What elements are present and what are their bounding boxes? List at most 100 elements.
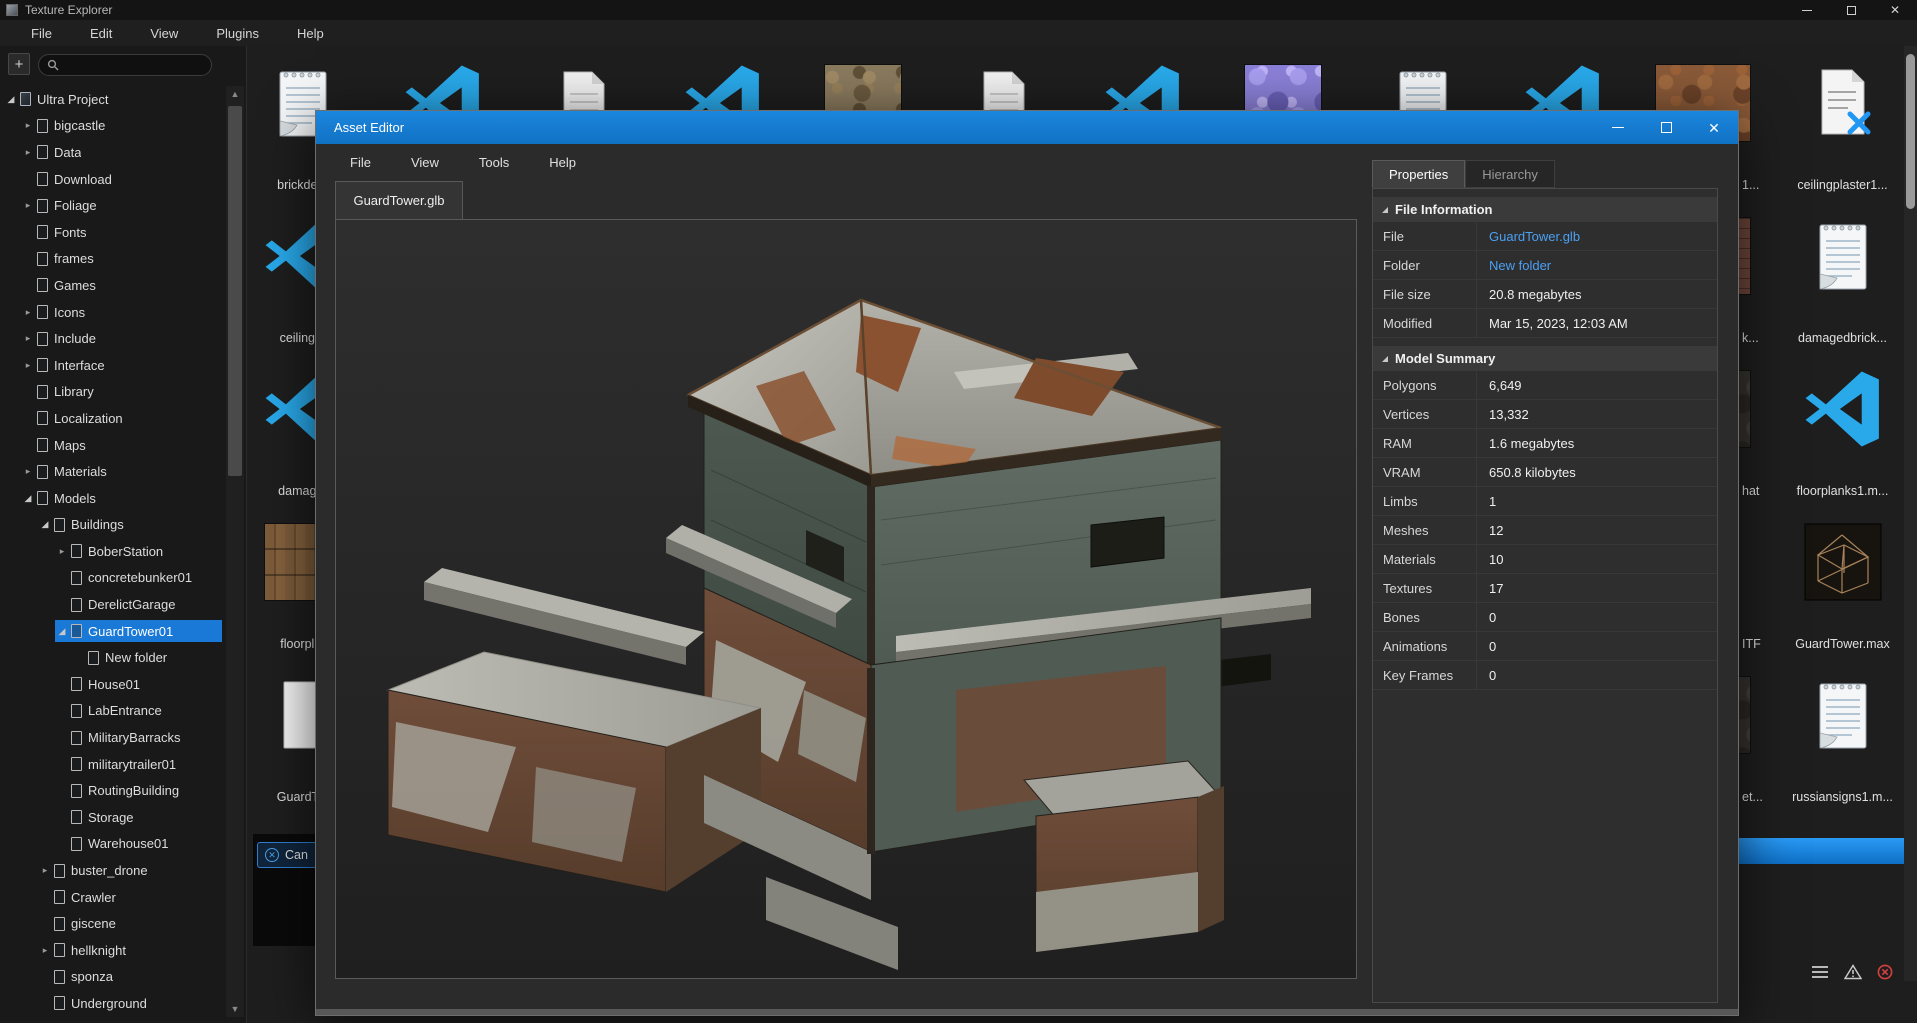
tree-item-content[interactable]: ▸Icons [21,301,222,323]
tree-item-buster-drone[interactable]: ▸buster_drone [0,857,222,884]
tree-item-frames[interactable]: frames [0,246,222,273]
tree-item-underground[interactable]: Underground [0,990,222,1017]
tree-item-content[interactable]: giscene [38,913,222,935]
tree-item-content[interactable]: ▸buster_drone [38,860,222,882]
editor-resize-edge[interactable] [316,1009,1738,1015]
list-icon[interactable] [1811,965,1829,979]
tree-item-icons[interactable]: ▸Icons [0,299,222,326]
property-row-polygons[interactable]: Polygons6,649 [1373,371,1717,400]
property-row-folder[interactable]: FolderNew folder [1373,251,1717,280]
tree-item-models[interactable]: ◢Models [0,485,222,512]
tree-item-sponza[interactable]: sponza [0,964,222,991]
add-button[interactable]: + [8,53,30,75]
expander-collapsed-icon[interactable]: ▸ [55,546,69,557]
tree-item-concretebunker01[interactable]: concretebunker01 [0,565,222,592]
tree-item-buildings[interactable]: ◢Buildings [0,512,222,539]
expander-collapsed-icon[interactable]: ▸ [21,120,35,131]
tree-scrollbar[interactable]: ▲ ▼ [226,86,244,1017]
close-icon[interactable]: ✕ [1873,0,1917,20]
file-item-guardtower-max[interactable]: GuardTower.max [1773,515,1912,668]
expander-collapsed-icon[interactable]: ▸ [38,865,52,876]
tree-item-content[interactable]: ▸Interface [21,354,222,376]
tree-item-content[interactable]: frames [21,248,222,270]
tree-item-content[interactable]: Maps [21,434,222,456]
tree-item-content[interactable]: LabEntrance [55,700,222,722]
property-row-ram[interactable]: RAM1.6 megabytes [1373,429,1717,458]
search-input[interactable] [65,58,195,72]
expander-expanded-icon[interactable]: ◢ [38,519,52,530]
expander-collapsed-icon[interactable]: ▸ [21,200,35,211]
tree-item-content[interactable]: Crawler [38,886,222,908]
model-viewport[interactable] [335,219,1357,979]
menu-file[interactable]: File [12,20,71,46]
section-expander-icon[interactable] [1382,207,1388,213]
tree-item-militarybarracks[interactable]: MilitaryBarracks [0,724,222,751]
tree-item-content[interactable]: ◢Ultra Project [4,88,222,110]
tab-properties[interactable]: Properties [1372,160,1465,188]
tree-item-ultra-project[interactable]: ◢Ultra Project [0,86,222,113]
section-expander-icon[interactable] [1382,356,1388,362]
menu-edit[interactable]: Edit [71,20,131,46]
editor-menu-tools[interactable]: Tools [459,144,529,180]
tree-item-giscene[interactable]: giscene [0,910,222,937]
tree-item-data[interactable]: ▸Data [0,139,222,166]
tree-item-content[interactable]: MilitaryBarracks [55,727,222,749]
tree-item-content[interactable]: ▸Data [21,141,222,163]
warning-icon[interactable] [1844,964,1862,980]
scroll-up-icon[interactable]: ▲ [226,86,244,102]
tree-item-content[interactable]: ▸hellknight [38,939,222,961]
tree-scrollbar-thumb[interactable] [228,106,242,476]
expander-expanded-icon[interactable]: ◢ [21,493,35,504]
property-row-animations[interactable]: Animations0 [1373,632,1717,661]
tree-item-interface[interactable]: ▸Interface [0,352,222,379]
tree-item-foliage[interactable]: ▸Foliage [0,192,222,219]
tree-item-content[interactable]: Warehouse01 [55,833,222,855]
editor-minimize-icon[interactable] [1594,111,1642,144]
tree-item-content[interactable]: ▸Materials [21,461,222,483]
tree-item-content[interactable]: militarytrailer01 [55,753,222,775]
tree-item-derelictgarage[interactable]: DerelictGarage [0,591,222,618]
property-row-file[interactable]: FileGuardTower.glb [1373,222,1717,251]
tree-item-boberstation[interactable]: ▸BoberStation [0,538,222,565]
tree-item-content[interactable]: House01 [55,673,222,695]
tree-item-include[interactable]: ▸Include [0,325,222,352]
expander-collapsed-icon[interactable]: ▸ [38,945,52,956]
editor-maximize-icon[interactable] [1642,111,1690,144]
file-item-floorplanks1-m[interactable]: floorplanks1.m... [1773,362,1912,515]
file-item-damagedbrick[interactable]: damagedbrick... [1773,209,1912,362]
section-header-model-summary[interactable]: Model Summary [1373,346,1717,371]
document-tab[interactable]: GuardTower.glb [335,181,463,219]
guard-tower-3d-model[interactable] [336,220,1356,978]
tree-item-content[interactable]: ▸BoberStation [55,540,222,562]
property-row-textures[interactable]: Textures17 [1373,574,1717,603]
editor-menu-view[interactable]: View [391,144,459,180]
editor-menu-file[interactable]: File [330,144,391,180]
menu-help[interactable]: Help [278,20,343,46]
expander-collapsed-icon[interactable]: ▸ [21,466,35,477]
menu-plugins[interactable]: Plugins [197,20,278,46]
property-row-key-frames[interactable]: Key Frames0 [1373,661,1717,690]
tree-item-content[interactable]: Library [21,381,222,403]
scroll-down-icon[interactable]: ▼ [226,1001,244,1017]
section-header-file-information[interactable]: File Information [1373,197,1717,222]
minimize-icon[interactable] [1785,0,1829,20]
tree-item-maps[interactable]: Maps [0,432,222,459]
file-item-russiansigns1-m[interactable]: russiansigns1.m... [1773,668,1912,821]
expander-expanded-icon[interactable]: ◢ [4,94,18,105]
search-box[interactable] [38,54,212,76]
tree-item-materials[interactable]: ▸Materials [0,458,222,485]
tree-item-content[interactable]: DerelictGarage [55,594,222,616]
tree-item-games[interactable]: Games [0,272,222,299]
tree-item-guardtower01[interactable]: ◢GuardTower01 [0,618,222,645]
maximize-icon[interactable] [1829,0,1873,20]
tree-item-content[interactable]: Localization [21,407,222,429]
tree-item-content[interactable]: Storage [55,806,222,828]
tree-item-hellknight[interactable]: ▸hellknight [0,937,222,964]
expander-collapsed-icon[interactable]: ▸ [21,147,35,158]
tree-item-content[interactable]: RoutingBuilding [55,780,222,802]
property-row-vram[interactable]: VRAM650.8 kilobytes [1373,458,1717,487]
tree-item-content[interactable]: sponza [38,966,222,988]
tree-item-content[interactable]: ◢GuardTower01 [55,620,222,642]
tree-item-content[interactable]: Fonts [21,221,222,243]
tree-item-content[interactable]: Download [21,168,222,190]
